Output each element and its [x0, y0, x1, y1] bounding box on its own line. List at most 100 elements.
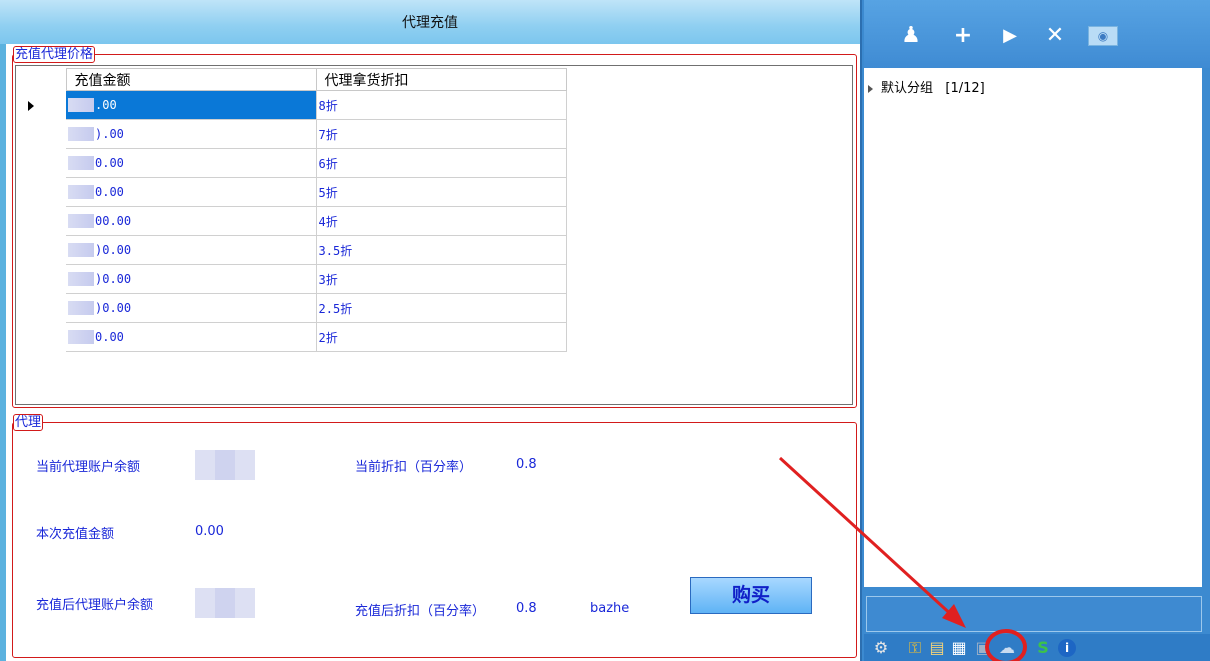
amount-text: 00.00 [95, 213, 132, 228]
window-title: 代理充值 [402, 15, 458, 31]
row-selector[interactable] [18, 207, 66, 236]
tree-group-count: [1/12] [945, 81, 985, 96]
tree-item-default-group[interactable]: 默认分组 [1/12] [868, 77, 985, 96]
row-selector[interactable] [18, 178, 66, 207]
discount-unit: 折 [325, 156, 338, 171]
after-balance-value-blurred [195, 588, 255, 618]
row-selector[interactable] [18, 91, 66, 120]
amount-cell[interactable]: ).00 [66, 119, 317, 149]
row-selector[interactable] [18, 120, 66, 149]
current-balance-value-blurred [195, 450, 255, 480]
discount-cell[interactable]: 3.5折 [316, 235, 567, 265]
table-row[interactable]: )0.00 3.5折 [18, 235, 567, 265]
discount-cell[interactable]: 6折 [316, 148, 567, 178]
table-row[interactable]: 00.00 4折 [18, 206, 567, 236]
user-icon[interactable]: ♟ [898, 24, 924, 48]
discount-unit: 折 [325, 98, 338, 113]
expand-arrow-icon[interactable] [868, 84, 873, 93]
row-selector[interactable] [18, 236, 66, 265]
row-selector[interactable] [18, 323, 66, 352]
amount-cell[interactable]: 0.00 [66, 177, 317, 207]
amount-cell[interactable]: )0.00 [66, 264, 317, 294]
play-icon[interactable]: ▶ [997, 24, 1023, 48]
discount-number: 2 [318, 330, 326, 345]
amount-header[interactable]: 充值金额 [65, 68, 317, 91]
amount-cell[interactable]: )0.00 [66, 293, 317, 323]
blurred-amount [68, 214, 94, 229]
discount-cell[interactable]: 2.5折 [316, 293, 567, 323]
amount-text: 0.00 [95, 155, 124, 170]
table-row[interactable]: )0.00 3折 [18, 264, 567, 294]
group-tree[interactable]: 默认分组 [1/12] [864, 68, 1202, 587]
right-input-box[interactable] [866, 596, 1202, 632]
discount-number: 5 [318, 185, 326, 200]
discount-number: 2.5 [318, 301, 341, 316]
amount-cell[interactable]: 0.00 [66, 148, 317, 178]
row-selector[interactable] [18, 294, 66, 323]
discount-number: 6 [318, 156, 326, 171]
discount-number: 8 [318, 98, 326, 113]
current-balance-label: 当前代理账户余额 [36, 460, 141, 475]
current-discount-value: 0.8 [516, 457, 537, 472]
lock-icon[interactable]: ▤ [926, 638, 948, 658]
discount-number: 4 [318, 214, 326, 229]
stop-icon[interactable]: ◉ [1088, 26, 1118, 46]
discount-header[interactable]: 代理拿货折扣 [315, 68, 567, 91]
cart-icon[interactable]: ▦ [948, 638, 970, 658]
discount-cell[interactable]: 5折 [316, 177, 567, 207]
title-bar[interactable]: 代理充值 [0, 0, 860, 44]
blurred-amount [68, 330, 94, 345]
refresh-icon[interactable]: S [1032, 638, 1054, 658]
discount-unit: 折 [325, 185, 338, 200]
blurred-amount [68, 243, 94, 258]
amount-cell[interactable]: .00 [66, 90, 317, 120]
gear-icon[interactable]: ⚙ [870, 638, 892, 658]
discount-cell[interactable]: 8折 [316, 90, 567, 120]
discount-unit: 折 [340, 301, 353, 316]
recharge-amount-value: 0.00 [195, 524, 224, 539]
discount-number: 7 [318, 127, 326, 142]
discount-unit: 折 [325, 272, 338, 287]
key-icon[interactable]: ⚿ [904, 638, 926, 658]
amount-cell[interactable]: 00.00 [66, 206, 317, 236]
right-toolbar: ♟ + ▶ ✕ ◉ [864, 0, 1210, 68]
amount-cell[interactable]: )0.00 [66, 235, 317, 265]
amount-cell[interactable]: 0.00 [66, 322, 317, 352]
info-icon[interactable]: i [1058, 639, 1076, 657]
current-row-arrow-icon [28, 100, 34, 111]
current-discount-label: 当前折扣（百分率） [355, 460, 473, 475]
amount-text: )0.00 [95, 242, 132, 257]
amount-text: )0.00 [95, 300, 132, 315]
discount-unit: 折 [325, 214, 338, 229]
cloud-icon[interactable]: ☁ [996, 638, 1018, 658]
table-row[interactable]: 0.00 2折 [18, 322, 567, 352]
after-discount-value: 0.8 [516, 601, 537, 616]
table-row[interactable]: )0.00 2.5折 [18, 293, 567, 323]
table-row[interactable]: ).00 7折 [18, 119, 567, 149]
discount-unit: 折 [325, 330, 338, 345]
tree-group-name: 默认分组 [881, 81, 934, 96]
table-row[interactable]: 0.00 5折 [18, 177, 567, 207]
row-selector[interactable] [18, 265, 66, 294]
amount-text: 0.00 [95, 329, 124, 344]
card-icon[interactable]: ▣ [972, 638, 994, 658]
agent-group-legend: 代理 [13, 414, 44, 431]
price-grid[interactable]: 充值金额 代理拿货折扣 .00 8折).00 7折 0.00 6折 0.00 5折 00.00… [15, 65, 853, 405]
user-name: bazhe [590, 601, 630, 616]
bottom-toolbar: ⚙ ⚿ ▤ ▦ ▣ ☁ S i [864, 634, 1210, 661]
price-group: 充值代理价格 充值金额 代理拿货折扣 .00 8折).00 7折 0.00 6折 0.00… [12, 46, 857, 408]
discount-cell[interactable]: 4折 [316, 206, 567, 236]
buy-button[interactable]: 购买 [690, 577, 812, 614]
discount-cell[interactable]: 2折 [316, 322, 567, 352]
row-selector[interactable] [18, 149, 66, 178]
row-selector-header [18, 68, 66, 91]
amount-text: )0.00 [95, 271, 132, 286]
discount-unit: 折 [325, 127, 338, 142]
discount-cell[interactable]: 7折 [316, 119, 567, 149]
discount-cell[interactable]: 3折 [316, 264, 567, 294]
close-icon[interactable]: ✕ [1042, 24, 1068, 48]
add-icon[interactable]: + [950, 24, 976, 48]
table-row[interactable]: .00 8折 [18, 90, 567, 120]
blurred-amount [68, 301, 94, 316]
table-row[interactable]: 0.00 6折 [18, 148, 567, 178]
